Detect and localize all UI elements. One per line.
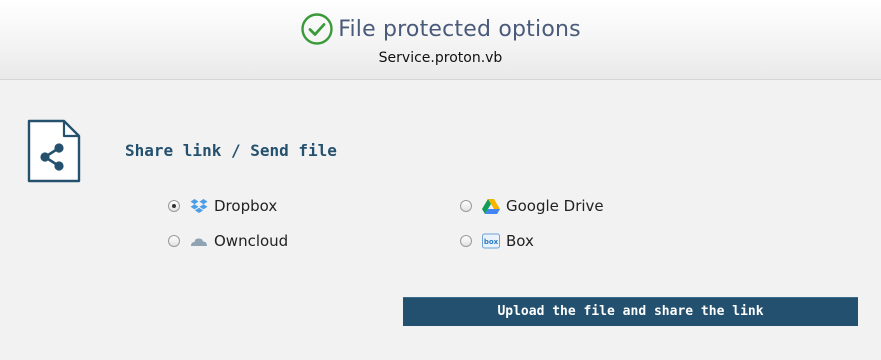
google-drive-icon — [482, 199, 500, 214]
option-label-dropbox: Dropbox — [214, 197, 278, 215]
title-row: File protected options — [0, 13, 881, 45]
section-title: Share link / Send file — [125, 141, 337, 160]
share-file-icon — [27, 119, 81, 183]
service-name: Service.proton.vb — [378, 50, 503, 66]
upload-share-button[interactable]: Upload the file and share the link — [403, 297, 858, 326]
box-radio[interactable] — [460, 235, 472, 247]
check-circle-icon — [301, 13, 333, 45]
option-label-owncloud: Owncloud — [214, 232, 289, 250]
owncloud-radio[interactable] — [168, 235, 180, 247]
option-label-box: Box — [506, 232, 534, 250]
dropbox-icon — [190, 199, 208, 213]
header-bar: File protected options Service.proton.vb — [0, 0, 881, 80]
box-icon: box — [482, 233, 500, 249]
owncloud-icon — [191, 238, 207, 246]
option-box[interactable]: box Box — [460, 231, 534, 251]
option-owncloud[interactable]: Owncloud — [168, 231, 288, 251]
option-dropbox[interactable]: Dropbox — [168, 196, 277, 216]
svg-text:box: box — [484, 238, 499, 246]
google-drive-radio[interactable] — [460, 200, 472, 212]
page-title: File protected options — [338, 16, 581, 42]
option-label-google-drive: Google Drive — [506, 197, 604, 215]
dropbox-radio[interactable] — [168, 200, 180, 212]
option-google-drive[interactable]: Google Drive — [460, 196, 604, 216]
